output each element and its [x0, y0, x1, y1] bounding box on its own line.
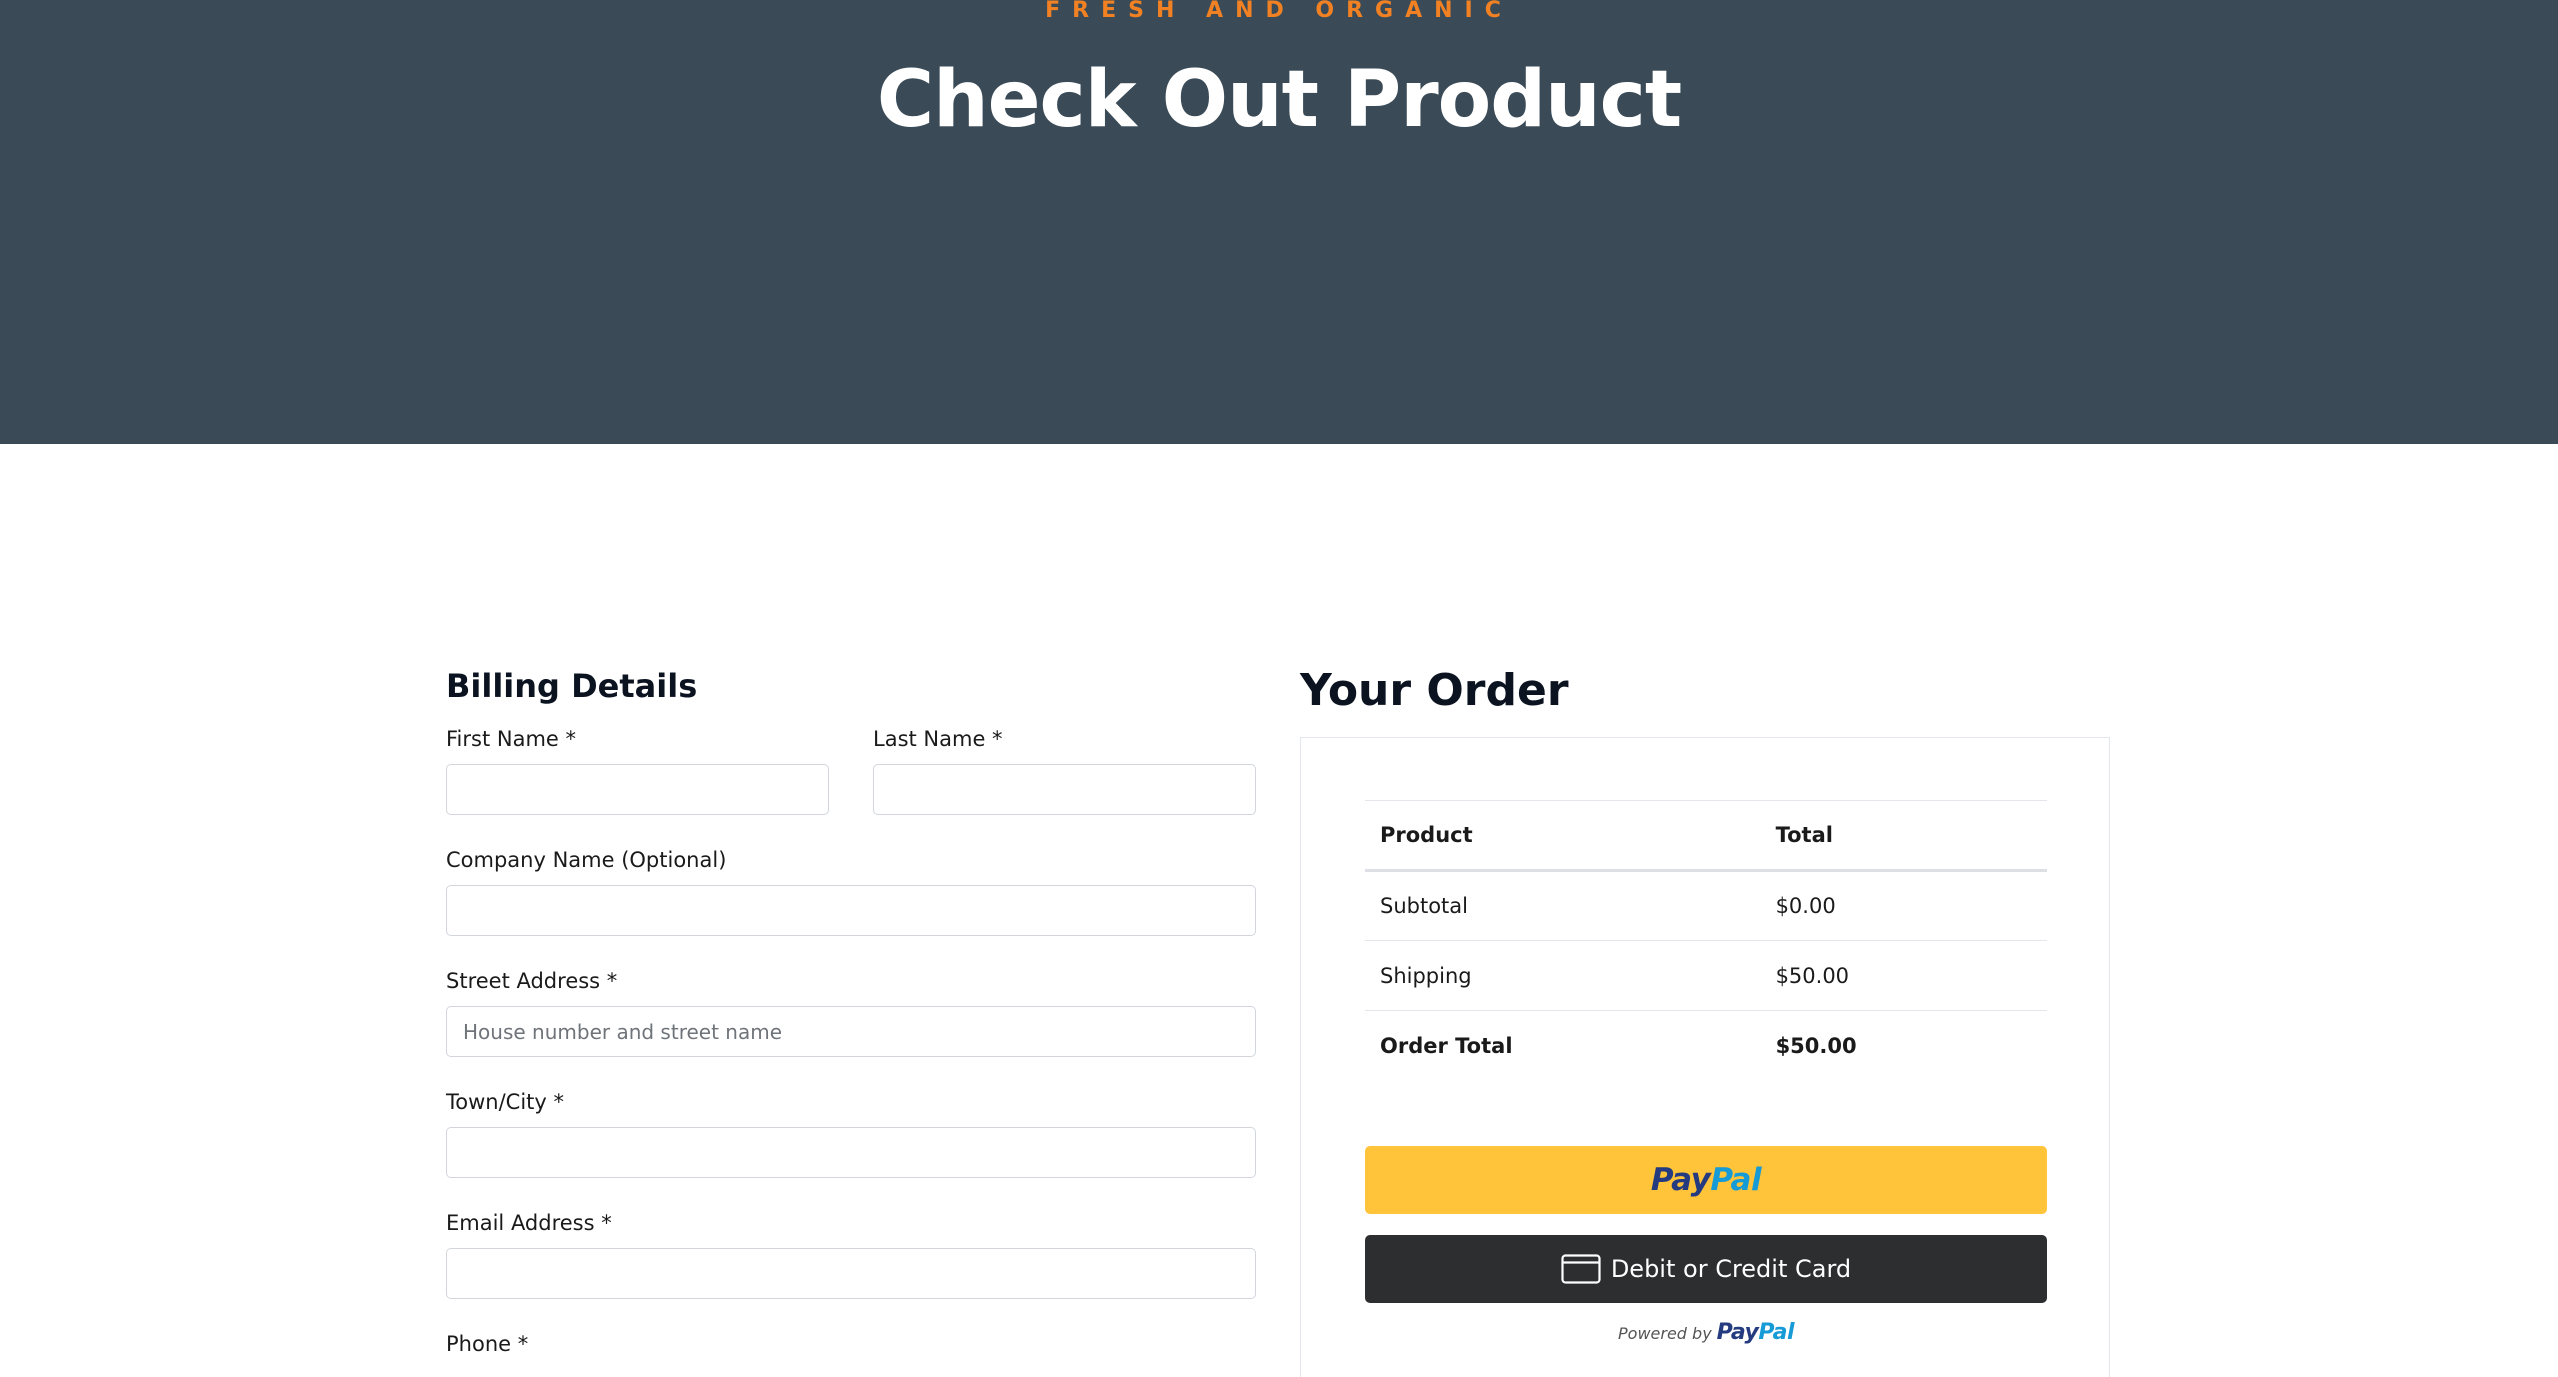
column-header-total: Total [1775, 823, 1833, 847]
company-name-input[interactable] [446, 885, 1256, 936]
street-address-input[interactable] [446, 1006, 1256, 1057]
first-name-input[interactable] [446, 764, 829, 815]
table-row: Subtotal $0.00 [1365, 870, 2047, 941]
last-name-label: Last Name * [873, 727, 1003, 751]
order-total-label: Order Total [1380, 1033, 1513, 1058]
debit-credit-card-button[interactable]: Debit or Credit Card [1365, 1235, 2047, 1303]
powered-by-paypal: Powered by PayPal [1365, 1318, 2047, 1349]
page-title: Check Out Product [876, 55, 1682, 145]
first-name-field: First Name * [446, 712, 829, 833]
subtotal-value: $0.00 [1775, 894, 1836, 918]
last-name-field: Last Name * [873, 712, 1256, 833]
first-name-label: First Name * [446, 727, 576, 751]
powered-logo-pal: Pal [1758, 1320, 1794, 1345]
email-address-input[interactable] [446, 1248, 1256, 1299]
order-heading: Your Order [1300, 665, 1569, 716]
paypal-logo-pal: Pal [1710, 1162, 1762, 1198]
credit-card-icon [1561, 1254, 1601, 1284]
billing-details-section: Billing Details First Name * Last Name *… [446, 660, 1256, 1369]
town-city-input[interactable] [446, 1127, 1256, 1178]
shipping-value: $50.00 [1775, 963, 1850, 988]
powered-by-text: Powered by [1618, 1324, 1712, 1343]
powered-paypal-logo: PayPal [1716, 1320, 1795, 1345]
order-table-header: Product Total [1365, 800, 2047, 871]
order-total-value: $50.00 [1775, 1033, 1857, 1058]
card-button-label: Debit or Credit Card [1610, 1255, 1852, 1283]
hero-banner: FRESH AND ORGANIC Check Out Product [0, 0, 2558, 444]
street-address-label: Street Address * [446, 969, 618, 993]
shipping-label: Shipping [1380, 963, 1472, 988]
town-city-label: Town/City * [446, 1090, 565, 1114]
name-row: First Name * Last Name * [446, 712, 1256, 833]
last-name-input[interactable] [873, 764, 1256, 815]
subtotal-label: Subtotal [1380, 894, 1468, 918]
paypal-button[interactable]: PayPal [1365, 1146, 2047, 1214]
order-table: Product Total Subtotal $0.00 Shipping $5… [1365, 800, 2047, 1081]
company-name-label: Company Name (Optional) [446, 848, 727, 872]
hero-eyebrow: FRESH AND ORGANIC [1045, 0, 1513, 23]
powered-logo-pay: Pay [1716, 1320, 1759, 1345]
column-header-product: Product [1380, 823, 1473, 847]
table-row: Order Total $50.00 [1365, 1010, 2047, 1081]
email-address-label: Email Address * [446, 1211, 612, 1235]
paypal-logo-pay: Pay [1650, 1162, 1711, 1198]
paypal-logo: PayPal [1650, 1162, 1762, 1198]
table-row: Shipping $50.00 [1365, 940, 2047, 1011]
order-summary-box: Product Total Subtotal $0.00 Shipping $5… [1300, 737, 2110, 1377]
phone-label: Phone * [446, 1332, 529, 1356]
billing-heading: Billing Details [446, 667, 698, 705]
